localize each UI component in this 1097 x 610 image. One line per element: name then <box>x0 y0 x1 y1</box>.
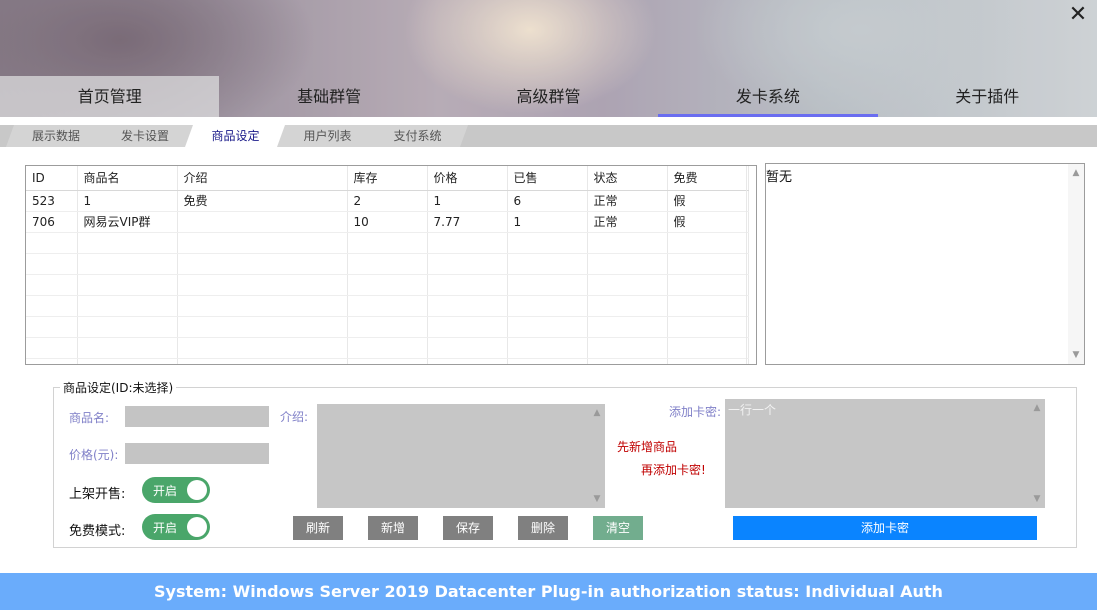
close-icon[interactable]: ✕ <box>1065 2 1091 28</box>
table-cell: 1 <box>427 190 508 212</box>
table-cell: 正常 <box>587 190 668 212</box>
scrollbar[interactable]: ▲ ▼ <box>1029 399 1045 508</box>
subtab-label: 发卡设置 <box>120 129 169 143</box>
table-cell: 正常 <box>587 211 668 233</box>
toggle-knob <box>187 517 207 537</box>
table-row-empty <box>26 316 749 338</box>
column-header[interactable]: 已售 <box>507 166 588 191</box>
table-scroll-gutter[interactable] <box>746 166 756 364</box>
status-bar: System: Windows Server 2019 Datacenter P… <box>0 573 1097 610</box>
table-cell: 假 <box>667 211 749 233</box>
tab-home-management[interactable]: 首页管理 <box>0 76 220 117</box>
scroll-up-icon[interactable]: ▲ <box>589 406 605 420</box>
tab-basic-group-management[interactable]: 基础群管 <box>219 76 438 117</box>
table-cell: 7.77 <box>427 211 508 233</box>
column-header[interactable]: 价格 <box>427 166 508 191</box>
scrollbar[interactable]: ▲ ▼ <box>1068 164 1084 364</box>
table-row-empty <box>26 295 749 317</box>
free-mode-label: 免费模式: <box>69 524 126 539</box>
table-cell: 6 <box>507 190 588 212</box>
subtab-label: 展示数据 <box>31 129 80 143</box>
table-row[interactable]: 706 网易云VIP群 10 7.77 1 正常 假 <box>26 211 749 233</box>
column-header[interactable]: ID <box>26 166 78 191</box>
save-button[interactable]: 保存 <box>443 516 493 540</box>
column-header[interactable]: 状态 <box>587 166 668 191</box>
scroll-down-icon[interactable]: ▼ <box>589 492 605 506</box>
table-cell: 523 <box>26 190 78 212</box>
scroll-up-icon[interactable]: ▲ <box>1029 401 1045 415</box>
add-card-label: 添加卡密: <box>669 405 722 419</box>
product-name-label: 商品名: <box>69 411 110 425</box>
group-title: 商品设定(ID:未选择) <box>60 379 177 396</box>
price-input[interactable] <box>125 443 269 464</box>
subtab-display-data[interactable]: 展示数据 <box>6 125 106 147</box>
header-banner: ✕ 首页管理 基础群管 高级群管 发卡系统 关于插件 <box>0 0 1097 117</box>
column-header[interactable]: 免费 <box>667 166 749 191</box>
table-cell: 1 <box>507 211 588 233</box>
intro-textarea[interactable]: ▲ ▼ <box>317 404 605 508</box>
table-cell: 706 <box>26 211 78 233</box>
tab-card-system[interactable]: 发卡系统 <box>658 76 878 117</box>
subtab-product-settings[interactable]: 商品设定 <box>185 125 286 147</box>
toggle-label: 开启 <box>153 521 178 535</box>
sub-tab-bar: 展示数据 发卡设置 商品设定 用户列表 支付系统 <box>0 125 1097 147</box>
table-row-empty <box>26 232 749 254</box>
table-cell <box>177 211 348 233</box>
product-table[interactable]: ID 商品名 介绍 库存 价格 已售 状态 免费 523 1 免费 2 1 6 … <box>25 165 757 365</box>
table-cell: 免费 <box>177 190 348 212</box>
free-mode-toggle[interactable]: 开启 <box>142 514 210 540</box>
column-header[interactable]: 介绍 <box>177 166 348 191</box>
add-product-button[interactable]: 新增 <box>368 516 418 540</box>
table-row-empty <box>26 337 749 359</box>
table-row[interactable]: 523 1 免费 2 1 6 正常 假 <box>26 190 749 212</box>
column-header[interactable]: 库存 <box>347 166 428 191</box>
subtab-label: 支付系统 <box>393 129 442 143</box>
subtab-label: 用户列表 <box>303 129 352 143</box>
scroll-up-icon[interactable]: ▲ <box>1068 166 1084 180</box>
delete-button[interactable]: 删除 <box>518 516 568 540</box>
clear-button[interactable]: 清空 <box>593 516 643 540</box>
on-sale-toggle[interactable]: 开启 <box>142 477 210 503</box>
tab-advanced-group-management[interactable]: 高级群管 <box>439 76 658 117</box>
card-preview-text: 暂无 <box>766 170 793 185</box>
add-card-button[interactable]: 添加卡密 <box>733 516 1037 540</box>
hint-line-2: 再添加卡密! <box>641 463 706 477</box>
card-keys-textarea[interactable]: 一行一个 ▲ ▼ <box>725 399 1045 508</box>
main-tab-bar: 首页管理 基础群管 高级群管 发卡系统 关于插件 <box>0 76 1097 117</box>
scroll-down-icon[interactable]: ▼ <box>1029 492 1045 506</box>
subtab-payment-system[interactable]: 支付系统 <box>367 125 468 147</box>
subtab-user-list[interactable]: 用户列表 <box>277 125 378 147</box>
product-grid: ID 商品名 介绍 库存 价格 已售 状态 免费 523 1 免费 2 1 6 … <box>26 166 749 364</box>
on-sale-label: 上架开售: <box>69 487 126 502</box>
product-name-input[interactable] <box>125 406 269 427</box>
subtab-label: 商品设定 <box>211 129 260 143</box>
toggle-knob <box>187 480 207 500</box>
table-cell: 网易云VIP群 <box>77 211 178 233</box>
table-row-empty <box>26 274 749 296</box>
card-preview-box[interactable]: 暂无 ▲ ▼ <box>765 163 1085 365</box>
table-cell: 1 <box>77 190 178 212</box>
card-keys-placeholder: 一行一个 <box>728 403 777 417</box>
table-cell: 2 <box>347 190 428 212</box>
refresh-button[interactable]: 刷新 <box>293 516 343 540</box>
table-row-empty <box>26 253 749 275</box>
price-label: 价格(元): <box>69 448 119 462</box>
table-row-empty <box>26 358 749 364</box>
intro-label: 介绍: <box>280 410 309 424</box>
table-header-row: ID 商品名 介绍 库存 价格 已售 状态 免费 <box>26 166 749 191</box>
scrollbar[interactable]: ▲ ▼ <box>589 404 605 508</box>
tab-about-plugin[interactable]: 关于插件 <box>878 76 1097 117</box>
toggle-label: 开启 <box>153 484 178 498</box>
hint-line-1: 先新增商品 <box>617 440 678 454</box>
table-cell: 10 <box>347 211 428 233</box>
column-header[interactable]: 商品名 <box>77 166 178 191</box>
scroll-down-icon[interactable]: ▼ <box>1068 348 1084 362</box>
subtab-card-settings[interactable]: 发卡设置 <box>95 125 195 147</box>
table-cell: 假 <box>667 190 749 212</box>
